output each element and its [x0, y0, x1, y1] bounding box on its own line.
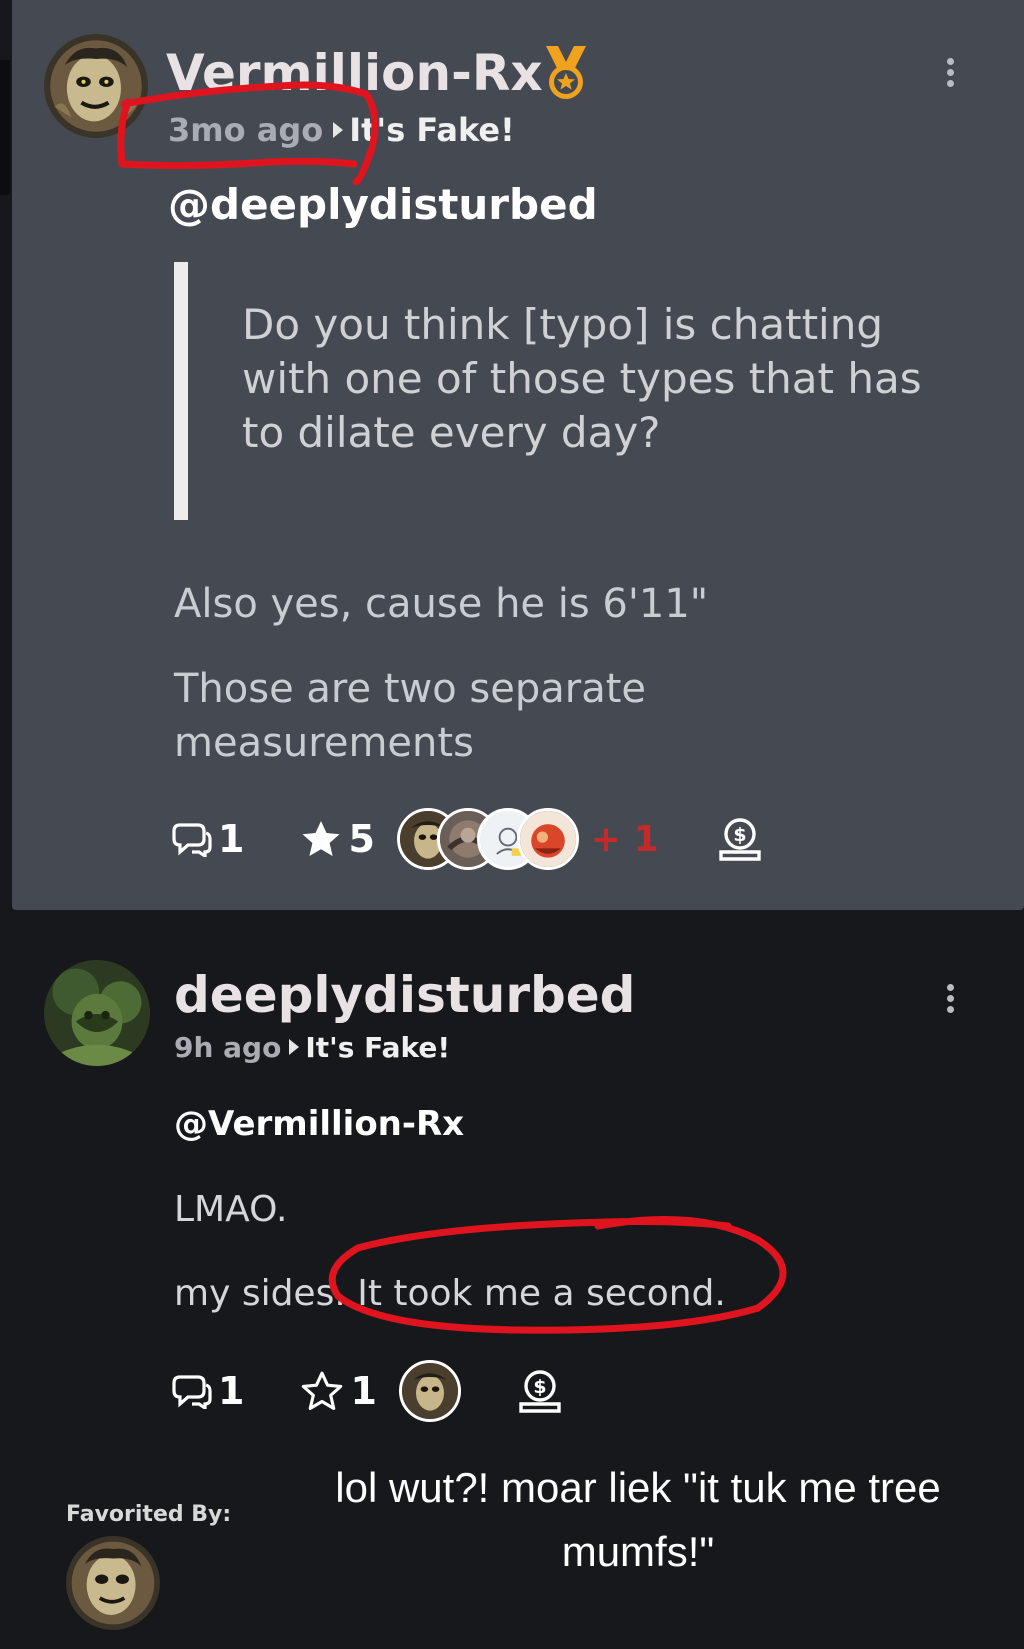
favoriters-stack[interactable] — [396, 808, 579, 870]
star-outline-icon[interactable] — [300, 1370, 344, 1412]
reply-icon[interactable] — [172, 821, 212, 859]
favorited-by-avatar[interactable] — [66, 1536, 160, 1630]
more-options-icon[interactable] — [944, 58, 956, 87]
star-filled-icon[interactable] — [300, 819, 342, 859]
tip-coin-icon[interactable]: $ — [517, 1368, 563, 1414]
favorite-count: 1 — [350, 1369, 377, 1413]
blockquote-text: Do you think [typo] is chatting with one… — [242, 300, 922, 457]
favorited-by-label: Favorited By: — [66, 1502, 232, 1527]
svg-text:$: $ — [733, 824, 746, 846]
reply-icon[interactable] — [172, 1373, 212, 1411]
mention-link[interactable]: @Vermillion-Rx — [174, 1104, 464, 1144]
actions-bar: 1 1 $ — [172, 1356, 563, 1426]
comment-paragraph: Also yes, cause he is 6'11" — [174, 581, 709, 627]
comment-paragraph: Those are two separate measurements — [174, 666, 647, 766]
reply-count: 1 — [218, 1369, 245, 1413]
favorite-count: 5 — [348, 817, 375, 861]
actions-bar: 1 5 + 1 $ — [172, 805, 763, 873]
caret-right-icon — [289, 1039, 300, 1055]
medal-icon — [540, 44, 592, 102]
left-edge-shadow — [0, 60, 10, 195]
avatar-deeplydisturbed[interactable] — [44, 960, 150, 1066]
caret-right-icon — [333, 122, 344, 138]
blockquote-bar — [174, 262, 188, 520]
svg-text:$: $ — [533, 1376, 546, 1398]
comment-paragraph: LMAO. — [174, 1189, 288, 1230]
favoriter-avatar[interactable] — [398, 1360, 461, 1422]
reply-count: 1 — [218, 817, 245, 861]
mention-link[interactable]: @deeplydisturbed — [168, 180, 598, 229]
more-options-icon[interactable] — [944, 984, 956, 1013]
tip-coin-icon[interactable]: $ — [717, 816, 763, 862]
favoriter-avatar[interactable] — [516, 808, 579, 870]
comment-paragraph: my sides. It took me a second. — [174, 1273, 726, 1314]
more-favoriters-count[interactable]: + 1 — [591, 819, 659, 860]
post-meta: 9h ago It's Fake! — [174, 1028, 450, 1066]
timestamp[interactable]: 9h ago — [174, 1031, 281, 1064]
avatar-vermillion[interactable] — [44, 34, 148, 138]
meme-caption: lol wut?! moar liek "it tuk me tree mumf… — [335, 1464, 941, 1575]
username[interactable]: Vermillion-Rx — [166, 44, 543, 102]
channel-link[interactable]: It's Fake! — [349, 111, 514, 149]
timestamp[interactable]: 3mo ago — [168, 111, 323, 149]
post-meta: 3mo ago It's Fake! — [168, 110, 515, 150]
username[interactable]: deeplydisturbed — [174, 966, 635, 1024]
channel-link[interactable]: It's Fake! — [305, 1031, 450, 1064]
